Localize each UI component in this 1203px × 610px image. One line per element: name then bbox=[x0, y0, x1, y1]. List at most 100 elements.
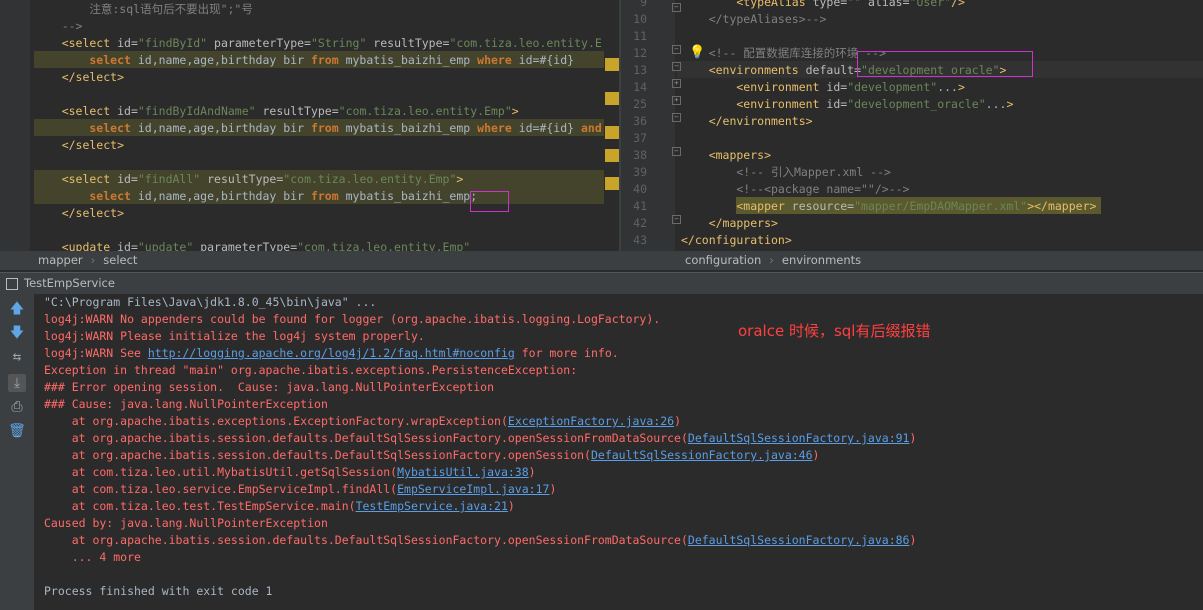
code-token: <mapper bbox=[681, 199, 792, 213]
code-line[interactable]: <select id="findByIdAndName" resultType=… bbox=[34, 103, 519, 120]
code-line[interactable]: </typeAliases>--> bbox=[681, 11, 827, 28]
soft-wrap-icon[interactable]: ⇆ bbox=[8, 348, 26, 366]
code-token: <!-- 配置数据库连接的环境 --> bbox=[681, 46, 887, 60]
code-token: at org.apache.ibatis.session.defaults.De… bbox=[44, 431, 688, 445]
code-token: <!-- 引入Mapper.xml --> bbox=[681, 165, 891, 179]
fold-marker-icon[interactable]: − bbox=[672, 62, 681, 71]
fold-marker-icon[interactable]: − bbox=[672, 113, 681, 122]
crumb-mapper[interactable]: mapper bbox=[38, 253, 83, 267]
fold-marker-icon[interactable]: − bbox=[672, 45, 681, 54]
code-token: from bbox=[310, 121, 346, 135]
run-window-icon bbox=[6, 277, 18, 290]
line-number: 42 bbox=[633, 216, 647, 230]
code-line[interactable]: --> bbox=[34, 18, 83, 35]
trash-icon[interactable]: 🗑 bbox=[8, 422, 26, 440]
code-line[interactable]: <select id="findById" parameterType="Str… bbox=[34, 35, 602, 52]
console-line: at org.apache.ibatis.session.defaults.De… bbox=[44, 430, 917, 447]
code-token: where bbox=[477, 53, 519, 67]
line-number: 11 bbox=[633, 29, 647, 43]
fold-marker-icon[interactable]: + bbox=[672, 79, 681, 88]
crumb-configuration[interactable]: configuration bbox=[685, 253, 761, 267]
line-number: 38 bbox=[633, 148, 647, 162]
code-line[interactable]: <!--<package name=""/>--> bbox=[681, 181, 909, 198]
console-line: at com.tiza.leo.test.TestEmpService.main… bbox=[44, 498, 515, 515]
code-line[interactable]: <mapper resource="mapper/EmpDAOMapper.xm… bbox=[681, 198, 1096, 215]
crumb-environments[interactable]: environments bbox=[782, 253, 861, 267]
fold-marker-icon[interactable]: − bbox=[672, 215, 681, 224]
code-token: where bbox=[477, 121, 519, 135]
code-token: </configuration> bbox=[681, 233, 792, 247]
code-token: select bbox=[34, 189, 138, 203]
code-token: "development_oracle" bbox=[847, 97, 986, 111]
code-line[interactable]: </select> bbox=[34, 137, 124, 154]
left-editor[interactable]: 注意:sql语句后不要出现";"号 --> <select id="findBy… bbox=[0, 0, 619, 251]
code-token: ) bbox=[909, 533, 917, 547]
code-token: parameterType= bbox=[214, 36, 311, 50]
code-line[interactable]: </configuration> bbox=[681, 232, 792, 249]
fold-marker-icon[interactable]: + bbox=[672, 96, 681, 105]
code-token: </mappers> bbox=[681, 216, 778, 230]
code-token: log4j:WARN Please initialize the log4j s… bbox=[44, 329, 425, 343]
code-line[interactable]: <environment id="development_oracle"...> bbox=[681, 96, 1013, 113]
stack-link[interactable]: DefaultSqlSessionFactory.java:91 bbox=[688, 431, 910, 445]
warning-marker[interactable] bbox=[605, 149, 619, 162]
code-line[interactable]: </select> bbox=[34, 205, 124, 222]
fold-marker-icon[interactable]: − bbox=[672, 3, 681, 12]
console-output[interactable]: "C:\Program Files\Java\jdk1.8.0_45\bin\j… bbox=[34, 294, 1203, 610]
console-line: Exception in thread "main" org.apache.ib… bbox=[44, 362, 577, 379]
code-line[interactable]: <environment id="development"...> bbox=[681, 79, 965, 96]
code-line[interactable]: </select> bbox=[34, 69, 124, 86]
code-line[interactable]: 注意:sql语句后不要出现";"号 bbox=[34, 1, 252, 18]
console-line: Process finished with exit code 1 bbox=[44, 583, 272, 600]
code-line[interactable]: <select id="findAll" resultType="com.tiz… bbox=[34, 171, 464, 188]
arrow-down-icon[interactable]: 🡇 bbox=[8, 324, 26, 342]
code-line[interactable]: </mappers> bbox=[681, 215, 778, 232]
console-line: ### Error opening session. Cause: java.l… bbox=[44, 379, 494, 396]
annotation-note: oralce 时候，sql有后缀报错 bbox=[738, 322, 931, 340]
warning-marker[interactable] bbox=[605, 126, 619, 139]
code-token: > bbox=[456, 172, 464, 186]
code-line[interactable]: </environments> bbox=[681, 113, 813, 130]
crumb-select[interactable]: select bbox=[103, 253, 137, 267]
run-tab[interactable]: TestEmpService bbox=[24, 276, 115, 290]
print-icon[interactable]: ⎙ bbox=[8, 398, 26, 416]
warning-marker[interactable] bbox=[605, 92, 619, 105]
stack-link[interactable]: http://logging.apache.org/log4j/1.2/faq.… bbox=[148, 346, 515, 360]
code-line[interactable]: select id,name,age,birthday bir from myb… bbox=[34, 52, 574, 69]
code-token: ) bbox=[674, 414, 681, 428]
stack-link[interactable]: MybatisUtil.java:38 bbox=[397, 465, 529, 479]
code-line[interactable]: <mappers> bbox=[681, 147, 771, 164]
code-line[interactable]: <!-- 配置数据库连接的环境 --> bbox=[681, 45, 886, 62]
code-token: "com.tiza.leo.entity.Emp" bbox=[338, 104, 512, 118]
stack-link[interactable]: ExceptionFactory.java:26 bbox=[508, 414, 674, 428]
stack-link[interactable]: EmpServiceImpl.java:17 bbox=[397, 482, 549, 496]
code-token: ... bbox=[985, 97, 1007, 111]
scroll-to-end-icon[interactable]: ⤓ bbox=[8, 374, 26, 392]
stack-link[interactable]: DefaultSqlSessionFactory.java:86 bbox=[688, 533, 910, 547]
code-line[interactable]: select id,name,age,birthday bir from myb… bbox=[34, 188, 477, 205]
code-token: id=#{id} bbox=[518, 121, 581, 135]
warning-marker[interactable] bbox=[605, 177, 619, 190]
code-token: > bbox=[511, 104, 519, 118]
code-token: type= bbox=[812, 0, 848, 9]
code-token: at org.apache.ibatis.session.defaults.De… bbox=[44, 448, 591, 462]
console-line: ### Cause: java.lang.NullPointerExceptio… bbox=[44, 396, 328, 413]
code-line[interactable]: <typeAlias type="" alias="User"/> bbox=[681, 0, 965, 11]
code-token: "C:\Program Files\Java\jdk1.8.0_45\bin\j… bbox=[44, 295, 377, 309]
line-number: 43 bbox=[633, 233, 647, 247]
right-editor[interactable]: 9 <typeAlias type="" alias="User"/> 10 </… bbox=[621, 0, 1203, 251]
fold-marker-icon[interactable]: − bbox=[672, 147, 681, 156]
code-token: from bbox=[310, 189, 346, 203]
code-line[interactable]: select id,name,age,birthday bir from myb… bbox=[34, 120, 601, 137]
code-line[interactable]: <update id="update" parameterType="com.t… bbox=[34, 239, 471, 251]
warning-marker[interactable] bbox=[605, 58, 619, 71]
stack-link[interactable]: DefaultSqlSessionFactory.java:46 bbox=[591, 448, 813, 462]
code-line[interactable]: <!-- 引入Mapper.xml --> bbox=[681, 164, 891, 181]
code-token: ### Error opening session. Cause: java.l… bbox=[44, 380, 495, 394]
code-token: <select bbox=[34, 172, 118, 186]
stack-link[interactable]: TestEmpService.java:21 bbox=[356, 499, 508, 513]
lightbulb-icon[interactable]: 💡 bbox=[689, 45, 705, 60]
arrow-up-icon[interactable]: 🡅 bbox=[8, 300, 26, 318]
code-token: Process finished with exit code 1 bbox=[44, 584, 273, 598]
code-token: id= bbox=[117, 172, 138, 186]
